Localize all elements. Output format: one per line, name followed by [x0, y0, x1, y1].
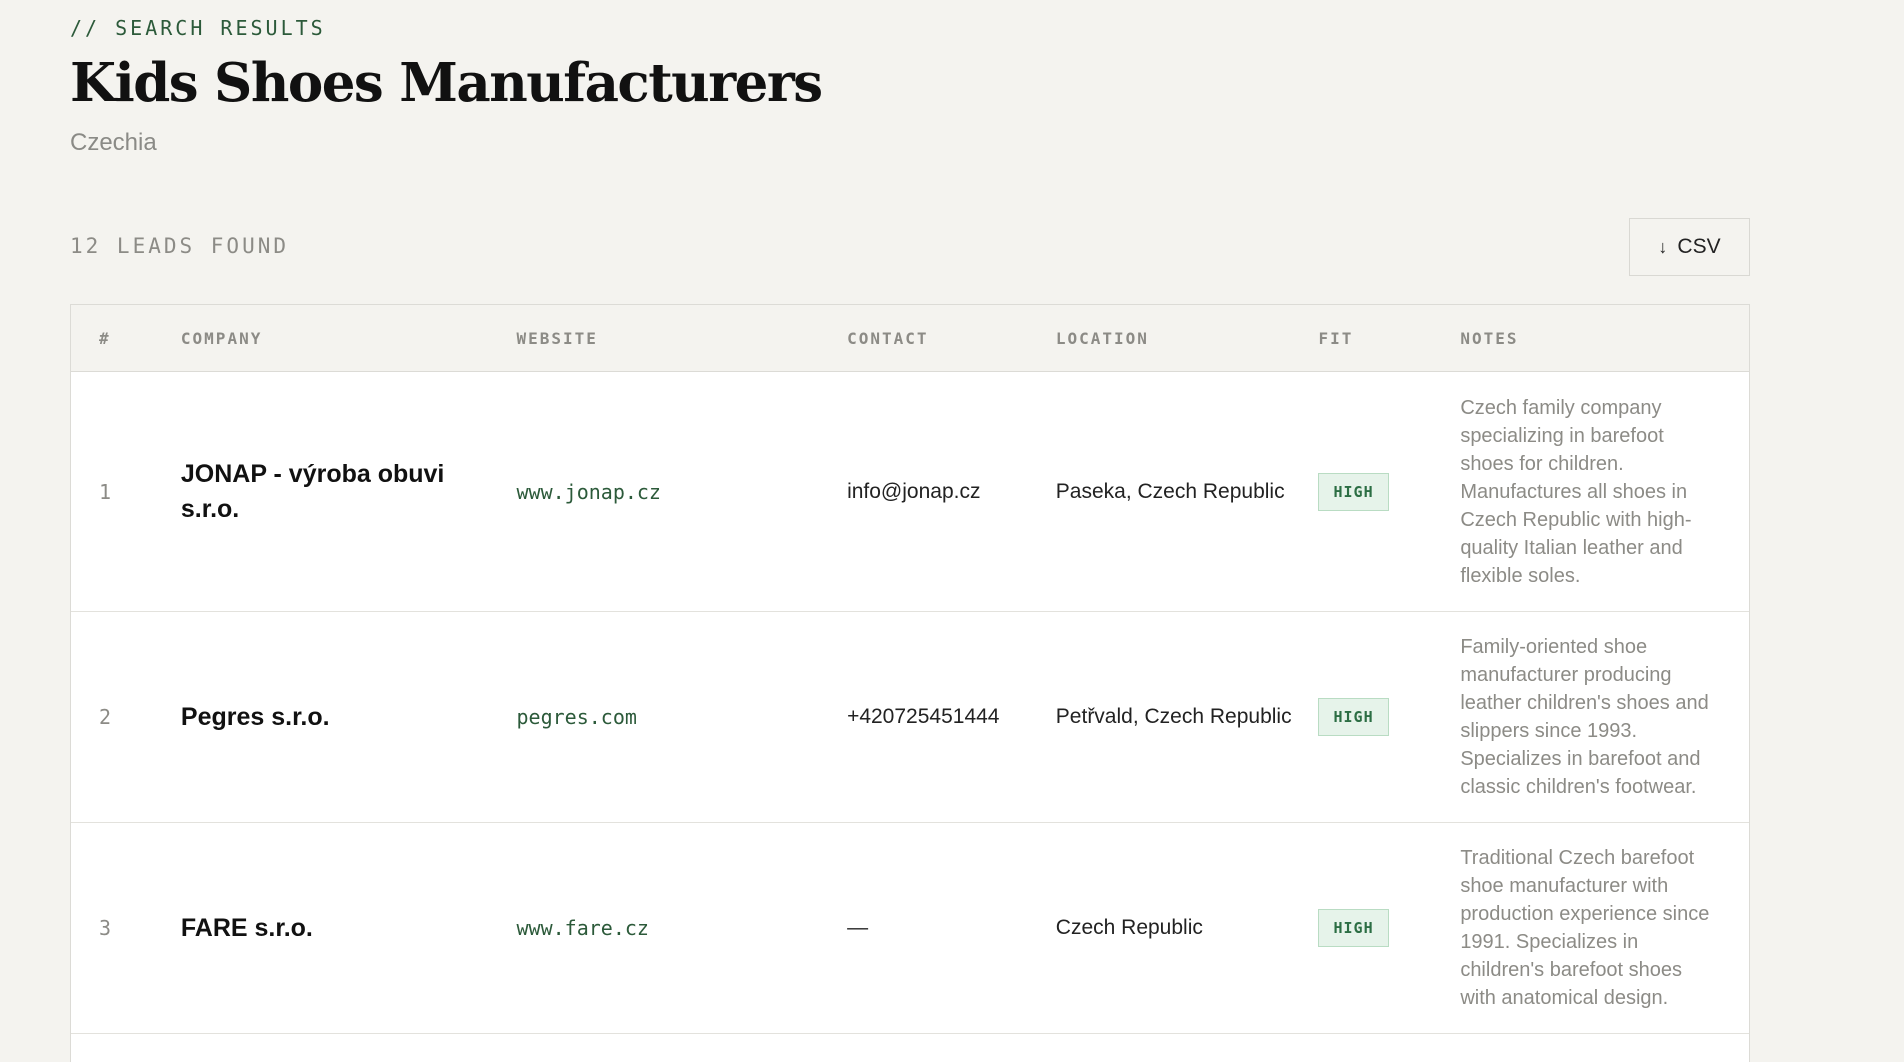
- page: // SEARCH RESULTS Kids Shoes Manufacture…: [0, 0, 1904, 1062]
- page-subtitle: Czechia: [70, 129, 157, 156]
- fit-badge: HIGH: [1318, 472, 1389, 511]
- column-header-notes[interactable]: NOTES: [1460, 329, 1749, 348]
- column-header-fit[interactable]: FIT: [1319, 329, 1461, 348]
- results-count: 12 LEADS FOUND: [70, 234, 290, 258]
- notes-text: Traditional Czech barefoot shoe manufact…: [1460, 847, 1710, 1009]
- notes-text: Family-oriented shoe manufacturer produc…: [1460, 636, 1709, 798]
- fit-cell: HIGH: [1318, 472, 1460, 511]
- contact-value[interactable]: info@jonap.cz: [847, 480, 1056, 504]
- page-title: Kids Shoes Manufacturers: [70, 52, 823, 114]
- row-number: 2: [99, 705, 112, 729]
- table-header: # COMPANY WEBSITE CONTACT LOCATION FIT N…: [71, 305, 1749, 372]
- fit-cell: HIGH: [1318, 698, 1460, 736]
- column-header-company[interactable]: COMPANY: [181, 329, 517, 348]
- column-header-website[interactable]: WEBSITE: [517, 329, 848, 348]
- location-value: Czech Republic: [1055, 916, 1203, 939]
- website-link[interactable]: www.jonap.cz: [516, 480, 847, 504]
- column-header-location[interactable]: LOCATION: [1056, 329, 1319, 348]
- leads-table: # COMPANY WEBSITE CONTACT LOCATION FIT N…: [70, 304, 1750, 1062]
- contact-value: —: [847, 916, 869, 939]
- fit-badge: HIGH: [1318, 909, 1389, 947]
- column-header-num[interactable]: #: [71, 329, 181, 348]
- table-row[interactable]: 3 FARE s.r.o. www.fare.cz — Czech Republ…: [71, 823, 1749, 1034]
- table-row-partial[interactable]: [71, 1034, 1749, 1062]
- location-value: Petřvald, Czech Republic: [1055, 705, 1292, 728]
- export-csv-button[interactable]: ↓ CSV: [1629, 218, 1750, 276]
- fit-badge: HIGH: [1318, 698, 1389, 736]
- fit-cell: HIGH: [1318, 909, 1460, 947]
- row-number: 3: [99, 916, 112, 940]
- company-name: FARE s.r.o.: [180, 913, 313, 942]
- table-row[interactable]: 1 JONAP - výroba obuvi s.r.o. www.jonap.…: [71, 372, 1749, 612]
- company-name: Pegres s.r.o.: [180, 702, 330, 731]
- company-name: JONAP - výroba obuvi s.r.o.: [180, 459, 445, 523]
- csv-label: CSV: [1677, 235, 1721, 258]
- row-number: 1: [99, 479, 112, 504]
- website-link[interactable]: www.fare.cz: [516, 916, 847, 940]
- notes-text: Czech family company specializing in bar…: [1460, 396, 1692, 587]
- column-header-contact[interactable]: CONTACT: [847, 329, 1056, 348]
- website-link[interactable]: pegres.com: [516, 705, 847, 729]
- download-arrow-icon: ↓: [1658, 236, 1668, 257]
- page-eyebrow: // SEARCH RESULTS: [70, 16, 326, 40]
- contact-value[interactable]: +420725451444: [847, 705, 1056, 729]
- location-value: Paseka, Czech Republic: [1055, 479, 1285, 503]
- table-row[interactable]: 2 Pegres s.r.o. pegres.com +420725451444…: [71, 612, 1749, 823]
